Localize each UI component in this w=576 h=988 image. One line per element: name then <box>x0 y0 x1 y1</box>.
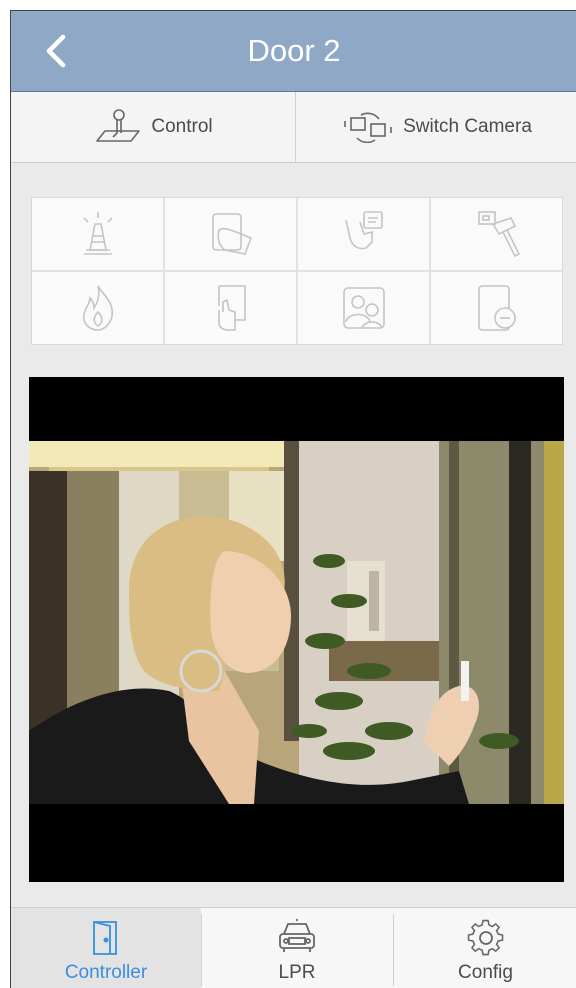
hand-tap-icon <box>96 109 141 142</box>
control-label: Control <box>151 116 213 137</box>
hand-card-button[interactable] <box>298 198 429 270</box>
card-remove-icon <box>477 285 516 331</box>
card-remove-button[interactable] <box>431 272 562 344</box>
camera-image <box>29 441 564 804</box>
door-push-button[interactable] <box>165 272 296 344</box>
tab-lpr-label: LPR <box>278 962 316 983</box>
switch-camera-icon <box>344 112 392 143</box>
fire-icon <box>82 285 113 331</box>
hand-card-icon <box>344 211 383 250</box>
toolbar: Control Switch Camera <box>11 92 576 163</box>
tab-config-label: Config <box>458 962 513 983</box>
card-swipe-icon <box>211 213 252 255</box>
tab-lpr[interactable]: LPR <box>202 908 392 988</box>
tab-controller[interactable]: Controller <box>11 908 201 988</box>
nav-header: Door 2 <box>11 11 576 92</box>
switch-camera-label: Switch Camera <box>403 116 532 137</box>
tamper-button[interactable] <box>431 198 562 270</box>
action-grid <box>31 197 563 345</box>
fire-button[interactable] <box>32 272 163 344</box>
tab-bar: Controller LPR Config <box>11 907 576 988</box>
tab-config[interactable]: Config <box>394 908 576 988</box>
app-screen: Door 2 Control Switch Camera Controller … <box>10 10 576 988</box>
alarm-button[interactable] <box>32 198 163 270</box>
car-icon <box>279 919 315 952</box>
door-icon <box>93 921 117 955</box>
hammer-tamper-icon <box>477 211 520 258</box>
page-title: Door 2 <box>247 33 341 68</box>
alarm-beacon-icon <box>82 212 113 255</box>
door-push-icon <box>217 285 246 331</box>
camera-feed[interactable] <box>29 377 564 882</box>
persons-icon <box>342 287 385 329</box>
gear-icon <box>467 919 503 956</box>
persons-button[interactable] <box>298 272 429 344</box>
tab-controller-label: Controller <box>64 962 148 983</box>
switch-camera-button[interactable]: Switch Camera <box>296 92 576 162</box>
control-button[interactable]: Control <box>11 92 296 162</box>
card-swipe-button[interactable] <box>165 198 296 270</box>
